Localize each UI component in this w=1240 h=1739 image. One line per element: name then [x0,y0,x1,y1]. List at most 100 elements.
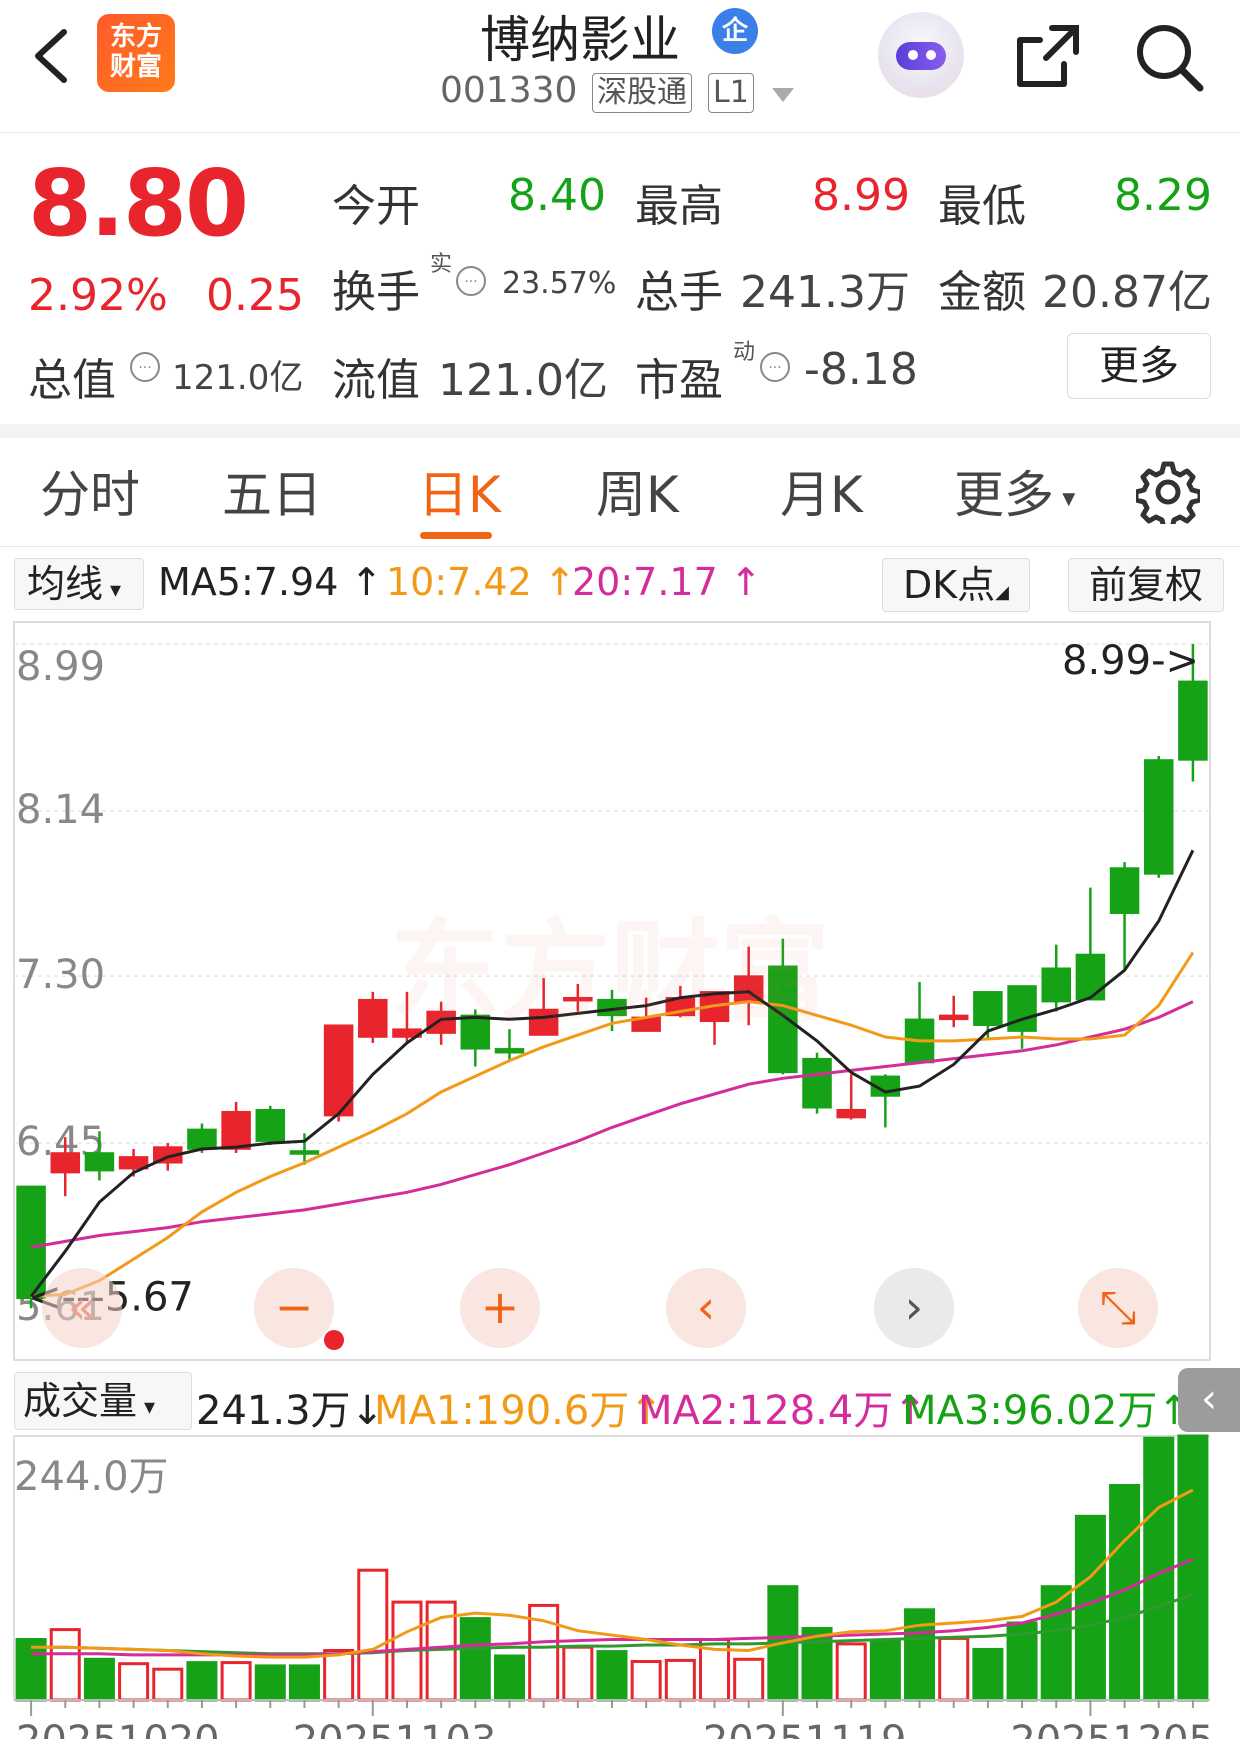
share-icon[interactable] [1012,20,1084,92]
ma10-value: 10:7.42 ↑ [386,560,576,604]
search-icon[interactable] [1132,20,1208,96]
vol-ma1: MA1:190.6万↑ [374,1388,663,1434]
market-cap-label: 总值 [28,355,116,406]
change-amount: 0.25 [206,270,304,321]
turnover-superscript: 实 [430,252,453,277]
first-page-double-chevron-left-icon[interactable]: « [42,1268,122,1348]
turnover-value: 23.57% [502,266,617,301]
dropdown-triangle-icon[interactable] [770,86,796,104]
volume-bar-up [323,1649,355,1702]
candle-down [1041,967,1071,1003]
volume-current: 241.3万↓ [196,1388,385,1434]
top-bar: 东方 财富 博纳影业 企 001330 深股通 L1 [0,0,1240,133]
market-cap-value: 121.0亿 [172,358,304,398]
tabs-divider [0,546,1240,547]
open-value: 8.40 [508,170,606,221]
volume-label: 总手 [635,267,723,318]
volume-bar-up [562,1645,594,1702]
candle-down [1178,680,1208,761]
date-label: 20251103 [293,1718,497,1739]
volume-bar-down [186,1661,218,1702]
candle-down [1075,953,1106,1001]
prev-button[interactable]: ‹ [666,1268,746,1348]
volume-bar-up [733,1657,765,1702]
candle-down [289,1150,320,1155]
pe-label: 市盈 [635,355,723,406]
volume-bar-up [357,1568,389,1702]
candle-up [221,1110,251,1150]
volume-bar-down [1177,1434,1209,1702]
eastmoney-logo: 东方 财富 [97,14,175,92]
collapse-panel-chevron-left-icon[interactable]: ‹ [1178,1368,1240,1432]
kline-chart[interactable]: 8.998.147.306.455.61 8.99-><---5.67东方财富 … [0,620,1240,1739]
vol-ma2: MA2:128.4万↑ [638,1388,927,1434]
float-cap-label: 流值 [332,355,420,406]
candle-up [938,1014,969,1021]
zoom-out-button[interactable]: − [254,1268,334,1348]
settings-gear-icon[interactable] [1136,460,1200,524]
market-cap-info-icon[interactable]: ··· [130,352,160,382]
next-button[interactable]: › [874,1268,954,1348]
date-label: 20251119 [703,1718,907,1739]
price-tick-label: 8.14 [16,787,105,833]
candle-down [802,1057,832,1109]
candle-down [255,1108,286,1142]
price-tick-label: 7.30 [16,952,105,998]
current-price: 8.80 [28,150,249,257]
low-value: 8.29 [1114,170,1212,221]
candle-up [836,1108,866,1119]
volume-bar-down [459,1617,491,1702]
dk-point-button[interactable]: DK点◢ [882,558,1030,612]
volume-bar-up [630,1660,662,1702]
pe-value: -8.18 [804,344,918,395]
tab-more[interactable]: 更多 ▾ [954,455,1075,527]
volume-bar-down [1074,1514,1106,1702]
date-label: 20251020 [16,1718,220,1739]
stock-code: 001330 [440,70,578,111]
volume-indicator-selector[interactable]: 成交量 ▾ [14,1372,192,1430]
volume-bar-down [254,1664,286,1702]
tab-five-day[interactable]: 五日 [222,455,322,527]
volume-value: 241.3万 [740,267,910,318]
tag-shenguton: 深股通 [592,73,692,113]
tab-weekly-k[interactable]: 周K [596,455,679,527]
volume-bar-up [152,1667,184,1702]
open-label: 今开 [332,181,420,232]
candle-up [358,998,388,1038]
watermark: 东方财富 [390,908,830,1036]
ma5-value: MA5:7.94 ↑ [158,560,383,604]
tab-intraday[interactable]: 分时 [40,455,140,527]
volume-bar-up [938,1636,970,1702]
candle-down [973,991,1003,1026]
volume-bar-down [493,1654,525,1702]
ma20-value: 20:7.17 ↑ [572,560,762,604]
turnover-info-icon[interactable]: ··· [456,266,486,296]
tab-daily-k[interactable]: 日K [418,455,501,527]
fullscreen-expand-icon[interactable]: ⤡ [1078,1268,1158,1348]
high-label: 最高 [635,181,723,232]
stock-name: 博纳影业 [480,11,680,69]
volume-bar-down [83,1657,115,1702]
back-chevron-left-icon[interactable] [30,26,72,86]
high-value: 8.99 [812,170,910,221]
more-quote-button[interactable]: 更多 [1067,333,1211,399]
change-percent: 2.92% [28,270,168,321]
zoom-in-button[interactable]: + [460,1268,540,1348]
tab-monthly-k[interactable]: 月K [780,455,863,527]
volume-bar-up [118,1662,150,1702]
active-tab-indicator [420,532,492,539]
assistant-robot-avatar[interactable] [878,12,964,98]
amount-label: 金额 [938,267,1026,318]
pe-info-icon[interactable]: ··· [760,352,790,382]
volume-bar-up [835,1642,867,1702]
adjust-button[interactable]: 前复权 [1068,558,1224,612]
price-tick-label: 8.99 [16,644,105,690]
ma-selector[interactable]: 均线 ▾ [14,558,144,610]
volume-bar-up [664,1658,696,1702]
float-cap-value: 121.0亿 [438,355,608,406]
volume-bar-up [49,1628,81,1702]
volume-bar-down [288,1664,320,1702]
tag-l1: L1 [708,73,754,113]
section-divider [0,424,1240,438]
candle-down [494,1048,525,1054]
